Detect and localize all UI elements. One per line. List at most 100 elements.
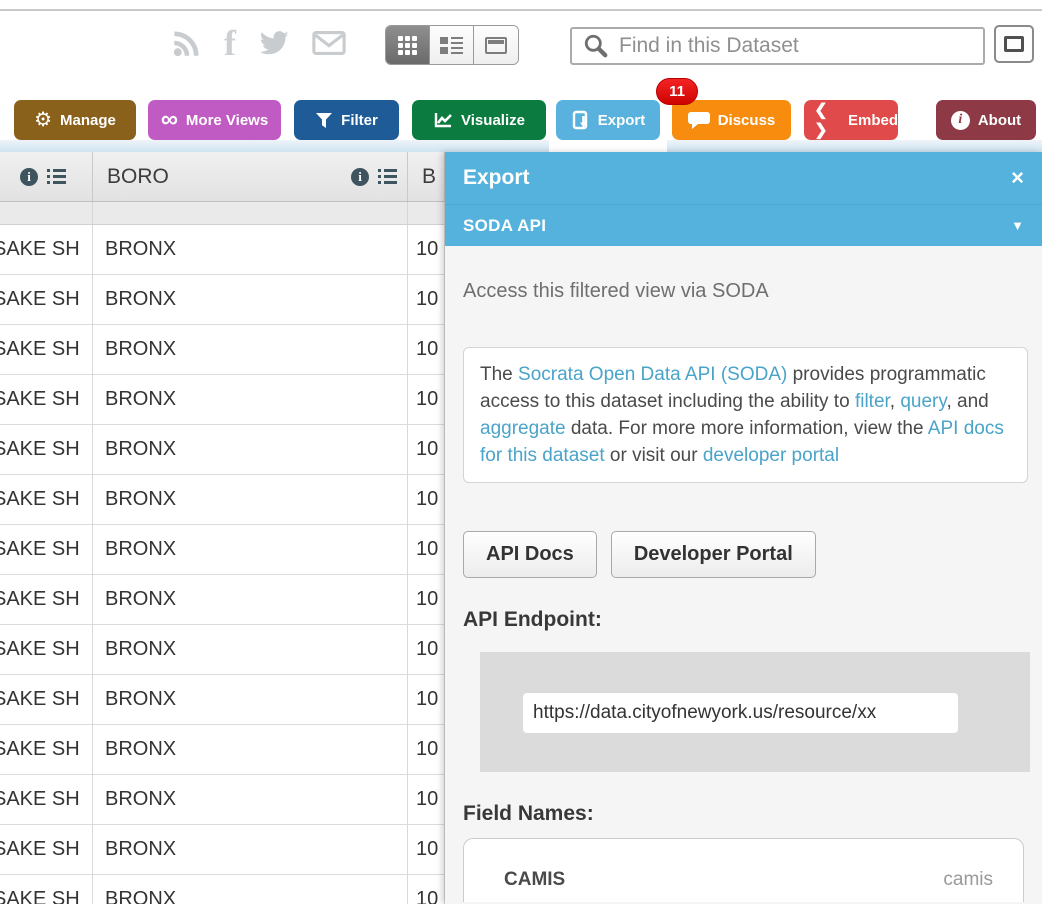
cell-building[interactable]: 10 [408, 525, 445, 574]
aggregate-link[interactable]: aggregate [480, 418, 566, 439]
cell-boro[interactable]: BRONX [93, 525, 408, 574]
fatrow-view-button[interactable] [430, 26, 474, 64]
cell-dba[interactable]: SAKE SH [0, 675, 93, 724]
close-icon[interactable]: × [1011, 168, 1024, 188]
table-row[interactable]: SAKE SH BRONX 10 [0, 675, 445, 725]
dataset-search [570, 27, 985, 65]
cell-dba[interactable]: SAKE SH [0, 275, 93, 324]
table-row[interactable]: SAKE SH BRONX 10 [0, 275, 445, 325]
cell-boro[interactable]: BRONX [93, 825, 408, 874]
more-views-button[interactable]: ∞ More Views [148, 100, 281, 140]
embed-button[interactable]: ❮ ❯ Embed [804, 100, 898, 140]
email-icon[interactable] [312, 31, 346, 55]
export-button[interactable]: Export [556, 100, 660, 140]
cell-building[interactable]: 10 [408, 425, 445, 474]
social-share-group: f [172, 28, 346, 58]
soda-api-section-header[interactable]: SODA API ▼ [445, 204, 1042, 246]
cell-boro[interactable]: BRONX [93, 775, 408, 824]
action-button-bar: ⚙ Manage ∞ More Views Filter Visualize E… [0, 88, 1042, 152]
cell-building[interactable]: 10 [408, 225, 445, 274]
cell-boro[interactable]: BRONX [93, 225, 408, 274]
cell-building[interactable]: 10 [408, 875, 445, 904]
cell-boro[interactable]: BRONX [93, 675, 408, 724]
cell-boro[interactable]: BRONX [93, 625, 408, 674]
search-input[interactable] [609, 34, 983, 58]
fullscreen-button[interactable] [994, 25, 1034, 63]
column-header-dba[interactable]: i [0, 152, 93, 201]
manage-button[interactable]: ⚙ Manage [14, 100, 136, 140]
cell-boro[interactable]: BRONX [93, 375, 408, 424]
cell-dba[interactable]: SAKE SH [0, 525, 93, 574]
discuss-button[interactable]: Discuss [672, 100, 791, 140]
cell-dba[interactable]: SAKE SH [0, 875, 93, 904]
column-menu-icon[interactable] [378, 169, 397, 184]
filter-button[interactable]: Filter [294, 100, 399, 140]
developer-portal-button[interactable]: Developer Portal [611, 531, 816, 578]
cell-dba[interactable]: SAKE SH [0, 625, 93, 674]
table-row[interactable]: SAKE SH BRONX 10 [0, 475, 445, 525]
field-display-name: CAMIS [504, 869, 565, 891]
grid-view-button[interactable] [386, 26, 430, 64]
cell-dba[interactable]: SAKE SH [0, 325, 93, 374]
export-panel: Export × SODA API ▼ Access this filtered… [445, 152, 1042, 904]
table-row[interactable]: SAKE SH BRONX 10 [0, 575, 445, 625]
cell-boro[interactable]: BRONX [93, 475, 408, 524]
cell-boro[interactable]: BRONX [93, 575, 408, 624]
developer-portal-link[interactable]: developer portal [703, 445, 839, 466]
cell-dba[interactable]: SAKE SH [0, 825, 93, 874]
table-row[interactable]: SAKE SH BRONX 10 [0, 625, 445, 675]
cell-dba[interactable]: SAKE SH [0, 775, 93, 824]
cell-building[interactable]: 10 [408, 725, 445, 774]
cell-building[interactable]: 10 [408, 375, 445, 424]
api-endpoint-input[interactable] [523, 693, 958, 733]
column-header-building[interactable]: B [408, 152, 445, 201]
table-row[interactable]: SAKE SH BRONX 10 [0, 225, 445, 275]
facebook-icon[interactable]: f [224, 28, 236, 58]
table-row[interactable]: SAKE SH BRONX 10 [0, 375, 445, 425]
twitter-icon[interactable] [258, 30, 290, 57]
table-row[interactable]: SAKE SH BRONX 10 [0, 325, 445, 375]
cell-dba[interactable]: SAKE SH [0, 725, 93, 774]
filter-link[interactable]: filter [855, 391, 890, 412]
cell-building[interactable]: 10 [408, 325, 445, 374]
table-row[interactable]: SAKE SH BRONX 10 [0, 425, 445, 475]
column-info-icon[interactable]: i [351, 168, 369, 186]
api-docs-button[interactable]: API Docs [463, 531, 597, 578]
cell-dba[interactable]: SAKE SH [0, 425, 93, 474]
column-header-boro[interactable]: BORO i [93, 152, 408, 201]
api-endpoint-box [480, 652, 1030, 772]
cell-building[interactable]: 10 [408, 775, 445, 824]
table-row[interactable]: SAKE SH BRONX 10 [0, 875, 445, 904]
cell-dba[interactable]: SAKE SH [0, 575, 93, 624]
cell-dba[interactable]: SAKE SH [0, 475, 93, 524]
table-row[interactable]: SAKE SH BRONX 10 [0, 525, 445, 575]
table-row[interactable]: SAKE SH BRONX 10 [0, 725, 445, 775]
table-row[interactable]: SAKE SH BRONX 10 [0, 775, 445, 825]
rss-icon[interactable] [172, 28, 202, 58]
cell-building[interactable]: 10 [408, 275, 445, 324]
gear-icon: ⚙ [34, 110, 52, 130]
soda-intro-text: Access this filtered view via SODA [463, 280, 1028, 303]
cell-dba[interactable]: SAKE SH [0, 225, 93, 274]
cell-dba[interactable]: SAKE SH [0, 375, 93, 424]
visualize-button[interactable]: Visualize [412, 100, 546, 140]
grid-blank-row [0, 202, 445, 225]
page-view-button[interactable] [474, 26, 518, 64]
cell-building[interactable]: 10 [408, 825, 445, 874]
cell-building[interactable]: 10 [408, 475, 445, 524]
about-button[interactable]: i About [936, 100, 1036, 140]
cell-building[interactable]: 10 [408, 675, 445, 724]
cell-building[interactable]: 10 [408, 575, 445, 624]
cell-boro[interactable]: BRONX [93, 725, 408, 774]
cell-boro[interactable]: BRONX [93, 425, 408, 474]
table-row[interactable]: SAKE SH BRONX 10 [0, 825, 445, 875]
query-link[interactable]: query [900, 391, 946, 412]
column-info-icon[interactable]: i [20, 168, 38, 186]
cell-boro[interactable]: BRONX [93, 325, 408, 374]
cell-boro[interactable]: BRONX [93, 875, 408, 904]
soda-link[interactable]: Socrata Open Data API (SODA) [518, 364, 787, 385]
cell-building[interactable]: 10 [408, 625, 445, 674]
cell-boro[interactable]: BRONX [93, 275, 408, 324]
column-menu-icon[interactable] [47, 169, 66, 184]
view-toggle-group [385, 25, 519, 65]
